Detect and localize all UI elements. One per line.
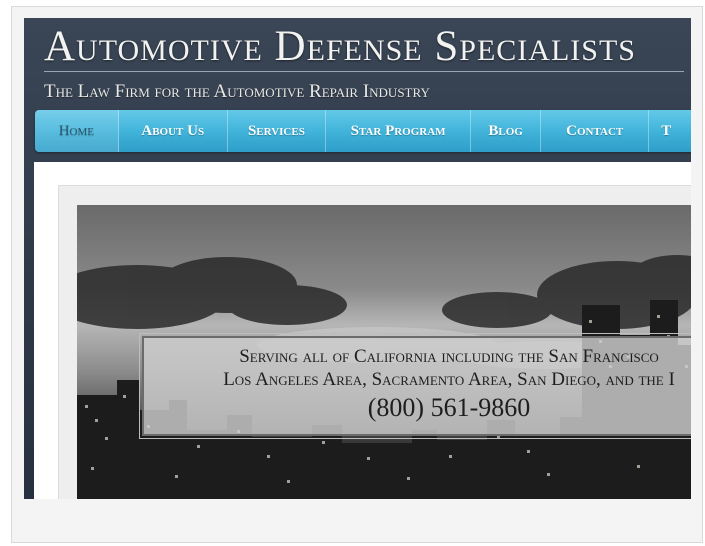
banner-service-line-2: Los Angeles Area, Sacramento Area, San D…: [223, 369, 675, 390]
nav-item-contact[interactable]: Contact: [541, 110, 650, 152]
site-title[interactable]: Automotive Defense Specialists: [44, 22, 636, 71]
nav-item-about-us[interactable]: About Us: [119, 110, 228, 152]
content-area: Serving all of California including the …: [34, 162, 691, 499]
hero-image: Serving all of California including the …: [77, 205, 691, 499]
main-nav: Home About Us Services Star Program Blog…: [35, 110, 691, 152]
nav-item-truncated[interactable]: T: [649, 110, 691, 152]
nav-item-star-program[interactable]: Star Program: [326, 110, 472, 152]
nav-item-home[interactable]: Home: [35, 110, 119, 152]
site-tagline: The Law Firm for the Automotive Repair I…: [44, 81, 430, 102]
website-screenshot: Automotive Defense Specialists The Law F…: [24, 18, 691, 499]
nav-item-services[interactable]: Services: [228, 110, 327, 152]
nav-item-blog[interactable]: Blog: [471, 110, 542, 152]
phone-number[interactable]: (800) 561-9860: [144, 393, 691, 423]
service-area-banner: Serving all of California including the …: [139, 333, 691, 439]
title-divider: [44, 71, 684, 72]
banner-service-line-1: Serving all of California including the …: [239, 346, 659, 367]
